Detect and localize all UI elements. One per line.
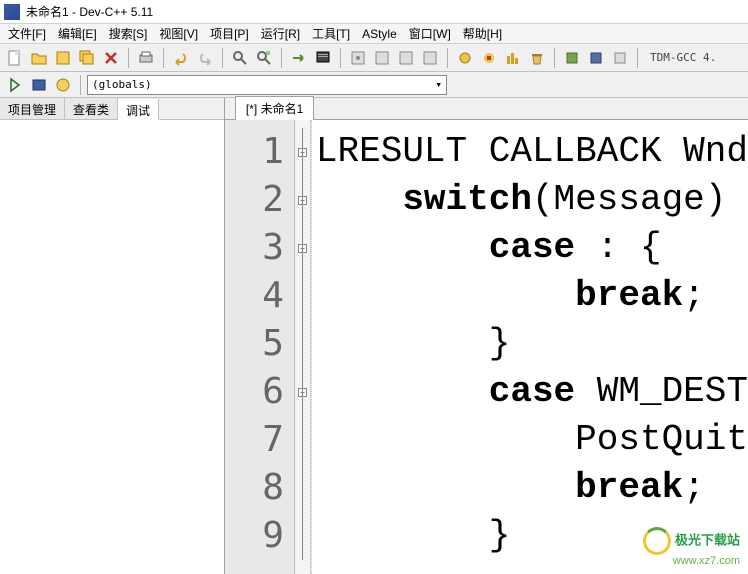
print-button[interactable] — [135, 47, 157, 69]
debug-button[interactable] — [454, 47, 476, 69]
fold-marker[interactable]: − — [295, 368, 310, 416]
new-file-button[interactable] — [4, 47, 26, 69]
chevron-down-icon: ▾ — [435, 78, 442, 91]
main-toolbar: TDM-GCC 4. — [0, 44, 748, 72]
editor-body[interactable]: 1 2 3 4 5 6 7 8 9 − − − − LRESUL — [225, 120, 748, 574]
editor-tab-untitled1[interactable]: [*] 未命名1 — [235, 96, 314, 120]
left-panel: 项目管理 查看类 调试 — [0, 98, 225, 574]
save-all-button[interactable] — [76, 47, 98, 69]
line-number: 1 — [225, 128, 294, 176]
menu-help[interactable]: 帮助[H] — [457, 23, 508, 44]
fold-line — [295, 464, 310, 512]
open-button[interactable] — [28, 47, 50, 69]
separator — [222, 48, 223, 68]
menu-bar: 文件[F] 编辑[E] 搜索[S] 视图[V] 项目[P] 运行[R] 工具[T… — [0, 24, 748, 44]
redo-button[interactable] — [194, 47, 216, 69]
line-number: 9 — [225, 512, 294, 560]
app-icon — [4, 4, 20, 20]
separator — [163, 48, 164, 68]
menu-edit[interactable]: 编辑[E] — [52, 23, 103, 44]
menu-run[interactable]: 运行[R] — [255, 23, 306, 44]
options3-button[interactable] — [609, 47, 631, 69]
tab-class-view[interactable]: 查看类 — [65, 98, 118, 119]
menu-window[interactable]: 窗口[W] — [403, 23, 457, 44]
separator — [637, 48, 638, 68]
new-source-button[interactable] — [4, 74, 26, 96]
replace-button[interactable] — [253, 47, 275, 69]
separator — [128, 48, 129, 68]
fold-marker[interactable]: − — [295, 128, 310, 176]
tab-project-manage[interactable]: 项目管理 — [0, 98, 65, 119]
fold-line — [295, 272, 310, 320]
menu-view[interactable]: 视图[V] — [153, 23, 204, 44]
fold-column: − − − − — [295, 120, 311, 574]
stop-debug-button[interactable] — [478, 47, 500, 69]
options2-button[interactable] — [585, 47, 607, 69]
line-number: 4 — [225, 272, 294, 320]
line-number: 2 — [225, 176, 294, 224]
line-number-gutter: 1 2 3 4 5 6 7 8 9 — [225, 120, 295, 574]
scope-selector[interactable]: (globals) ▾ — [87, 75, 447, 95]
secondary-toolbar: (globals) ▾ — [0, 72, 748, 98]
undo-button[interactable] — [170, 47, 192, 69]
compiler-label: TDM-GCC 4. — [650, 51, 716, 64]
main-area: 项目管理 查看类 调试 [*] 未命名1 1 2 3 4 5 6 7 8 9 − — [0, 98, 748, 574]
compile-run-button[interactable] — [395, 47, 417, 69]
line-number: 7 — [225, 416, 294, 464]
menu-tools[interactable]: 工具[T] — [306, 23, 356, 44]
rebuild-button[interactable] — [419, 47, 441, 69]
tab-debug[interactable]: 调试 — [118, 99, 159, 120]
code-content[interactable]: LRESULT CALLBACK Wnd switch(Message) cas… — [311, 120, 748, 574]
line-number: 8 — [225, 464, 294, 512]
menu-search[interactable]: 搜索[S] — [103, 23, 154, 44]
fold-marker[interactable]: − — [295, 176, 310, 224]
close-button[interactable] — [100, 47, 122, 69]
editor-area: [*] 未命名1 1 2 3 4 5 6 7 8 9 − − − − — [225, 98, 748, 574]
left-panel-content — [0, 120, 224, 574]
clean-button[interactable] — [526, 47, 548, 69]
bookmarks-button[interactable] — [312, 47, 334, 69]
line-number: 3 — [225, 224, 294, 272]
fold-line — [295, 416, 310, 464]
profile-button[interactable] — [502, 47, 524, 69]
window-title: 未命名1 - Dev-C++ 5.11 — [26, 3, 153, 20]
left-panel-tabs: 项目管理 查看类 调试 — [0, 98, 224, 120]
menu-project[interactable]: 项目[P] — [204, 23, 255, 44]
menu-file[interactable]: 文件[F] — [2, 23, 52, 44]
line-number: 5 — [225, 320, 294, 368]
separator — [447, 48, 448, 68]
separator — [340, 48, 341, 68]
find-button[interactable] — [229, 47, 251, 69]
separator — [80, 75, 81, 95]
fold-line — [295, 320, 310, 368]
fold-line — [295, 512, 310, 560]
line-number: 6 — [225, 368, 294, 416]
separator — [554, 48, 555, 68]
save-button[interactable] — [52, 47, 74, 69]
options1-button[interactable] — [561, 47, 583, 69]
goto-button[interactable] — [288, 47, 310, 69]
scope-value: (globals) — [92, 78, 152, 91]
menu-astyle[interactable]: AStyle — [356, 25, 403, 43]
run-button[interactable] — [371, 47, 393, 69]
compile-button[interactable] — [347, 47, 369, 69]
separator — [281, 48, 282, 68]
book-button[interactable] — [28, 74, 50, 96]
help-button[interactable] — [52, 74, 74, 96]
title-bar: 未命名1 - Dev-C++ 5.11 — [0, 0, 748, 24]
editor-tabs: [*] 未命名1 — [225, 98, 748, 120]
fold-marker[interactable]: − — [295, 224, 310, 272]
